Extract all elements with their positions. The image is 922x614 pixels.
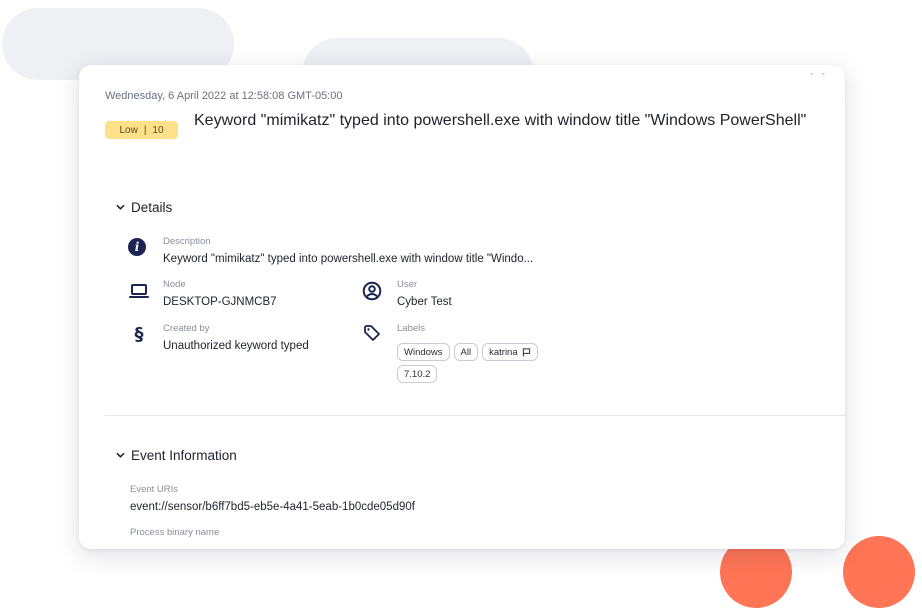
node-label: Node <box>163 279 186 290</box>
description-label: Description <box>163 236 211 247</box>
event-uris-label: Event URIs <box>130 484 179 495</box>
severity-score: 10 <box>152 124 164 136</box>
label-tag[interactable]: Windows <box>397 343 450 361</box>
alert-timestamp: Wednesday, 6 April 2022 at 12:58:08 GMT-… <box>105 90 343 102</box>
info-icon: i <box>127 237 147 257</box>
label-tag[interactable]: katrina <box>482 343 538 361</box>
tag-icon <box>362 323 382 343</box>
node-field: Node DESKTOP-GJNMCB7 <box>163 279 277 310</box>
expand-icon[interactable]: ⌜ ⌝ <box>810 72 827 83</box>
label-tag-list: Windows All katrina 7.10.2 <box>397 343 567 383</box>
severity-separator: | <box>143 124 147 136</box>
severity-label: Low <box>119 124 138 136</box>
section-sign-icon: § <box>134 323 144 345</box>
details-section-toggle[interactable]: Details <box>116 200 172 215</box>
label-tag[interactable]: 7.10.2 <box>397 365 438 383</box>
flag-icon <box>522 347 530 357</box>
chevron-down-icon <box>116 204 125 210</box>
node-value[interactable]: DESKTOP-GJNMCB7 <box>163 294 277 310</box>
created-by-value[interactable]: Unauthorized keyword typed <box>163 338 309 354</box>
user-circle-icon <box>362 281 382 301</box>
severity-badge: Low | 10 <box>105 121 178 139</box>
details-header: Details <box>131 200 173 215</box>
label-tag[interactable]: All <box>453 343 479 361</box>
event-uris-field: Event URIs event://sensor/b6ff7bd5-eb5e-… <box>130 484 415 515</box>
user-field: User Cyber Test <box>397 279 452 310</box>
user-value[interactable]: Cyber Test <box>397 294 452 310</box>
section-divider <box>105 415 845 416</box>
description-value: Keyword "mimikatz" typed into powershell… <box>163 253 534 265</box>
process-binary-name-label: Process binary name <box>130 527 220 538</box>
labels-field: Labels <box>397 323 425 335</box>
chevron-down-icon <box>116 452 125 458</box>
decorative-circle <box>843 536 915 608</box>
process-binary-name-field: Process binary name <box>130 527 219 539</box>
event-uris-value[interactable]: event://sensor/b6ff7bd5-eb5e-4a41-5eab-1… <box>130 499 415 515</box>
alert-title: Keyword "mimikatz" typed into powershell… <box>194 112 807 129</box>
labels-label: Labels <box>397 323 425 334</box>
alert-detail-card: ⌜ ⌝ Wednesday, 6 April 2022 at 12:58:08 … <box>79 65 845 549</box>
event-information-header: Event Information <box>131 448 237 463</box>
laptop-icon <box>129 281 149 301</box>
created-by-field: Created by Unauthorized keyword typed <box>163 323 309 354</box>
event-information-section-toggle[interactable]: Event Information <box>116 448 237 463</box>
description-field: Description Keyword "mimikatz" typed int… <box>163 236 533 267</box>
user-label: User <box>397 279 418 290</box>
created-by-label: Created by <box>163 323 210 334</box>
